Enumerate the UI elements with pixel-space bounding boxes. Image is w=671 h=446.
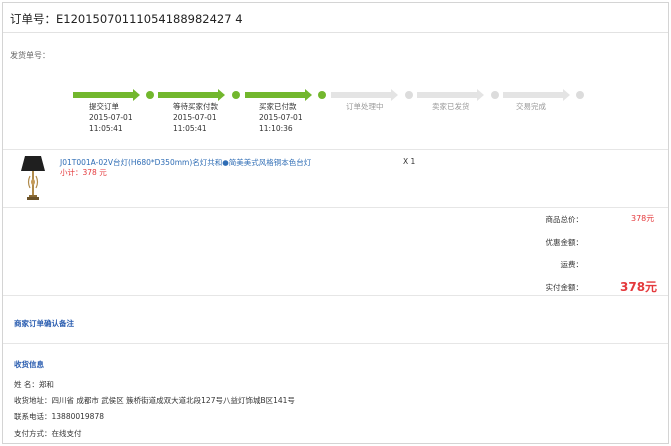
step-label-processing: 订单处理中 [346,102,384,111]
divider [3,295,668,296]
shipment-number-label: 发货单号： [10,51,50,60]
product-subtotal: 小计：378 元 [60,168,107,177]
step-dot-complete [576,91,584,99]
step-label-shipped: 卖家已发货 [432,102,470,111]
order-detail-panel: 订单号：E12015070111054188982427 4 发货单号： 提交订… [2,2,669,444]
divider [3,343,668,344]
payment-method: 支付方式：在线支付 [14,429,82,438]
step-date-await-payment: 2015-07-01 [173,113,217,122]
step-label-complete: 交易完成 [516,102,546,111]
step-dot-shipped [491,91,499,99]
receiver-info-title: 收货信息 [14,360,44,369]
step-dot-processing [405,91,413,99]
step-dot-submit [146,91,154,99]
shipping-label: 运费： [560,260,584,269]
order-header: 订单号：E12015070111054188982427 4 [3,3,668,33]
step-label-submit: 提交订单 [89,102,119,111]
receiver-address: 收货地址：四川省 成都市 武侯区 簇桥街道成双大道北段127号八益灯饰城B区14… [14,396,295,405]
step-dot-await-payment [232,91,240,99]
goods-total-label: 商品总价： [545,215,584,224]
product-quantity: X 1 [403,157,416,166]
goods-total-value: 378元 [631,214,655,223]
paid-amount-value: 378元 [620,280,658,294]
step-time-await-payment: 11:05:41 [173,124,207,133]
receiver-name: 姓 名：郑和 [14,380,54,389]
discount-label: 优惠金额： [545,238,584,247]
order-number: 订单号：E12015070111054188982427 4 [10,12,243,26]
step-dot-paid [318,91,326,99]
divider [3,207,668,208]
merchant-note-title: 商家订单确认备注 [14,319,74,328]
lamp-product-image[interactable] [19,154,47,204]
step-date-submit: 2015-07-01 [89,113,133,122]
paid-amount-label: 实付金额： [545,283,584,292]
step-time-submit: 11:05:41 [89,124,123,133]
step-time-paid: 11:10:36 [259,124,293,133]
step-label-paid: 买家已付款 [259,102,297,111]
step-date-paid: 2015-07-01 [259,113,303,122]
step-label-await-payment: 等待买家付款 [173,102,218,111]
receiver-phone: 联系电话：13880019878 [14,412,104,421]
divider [3,149,668,150]
